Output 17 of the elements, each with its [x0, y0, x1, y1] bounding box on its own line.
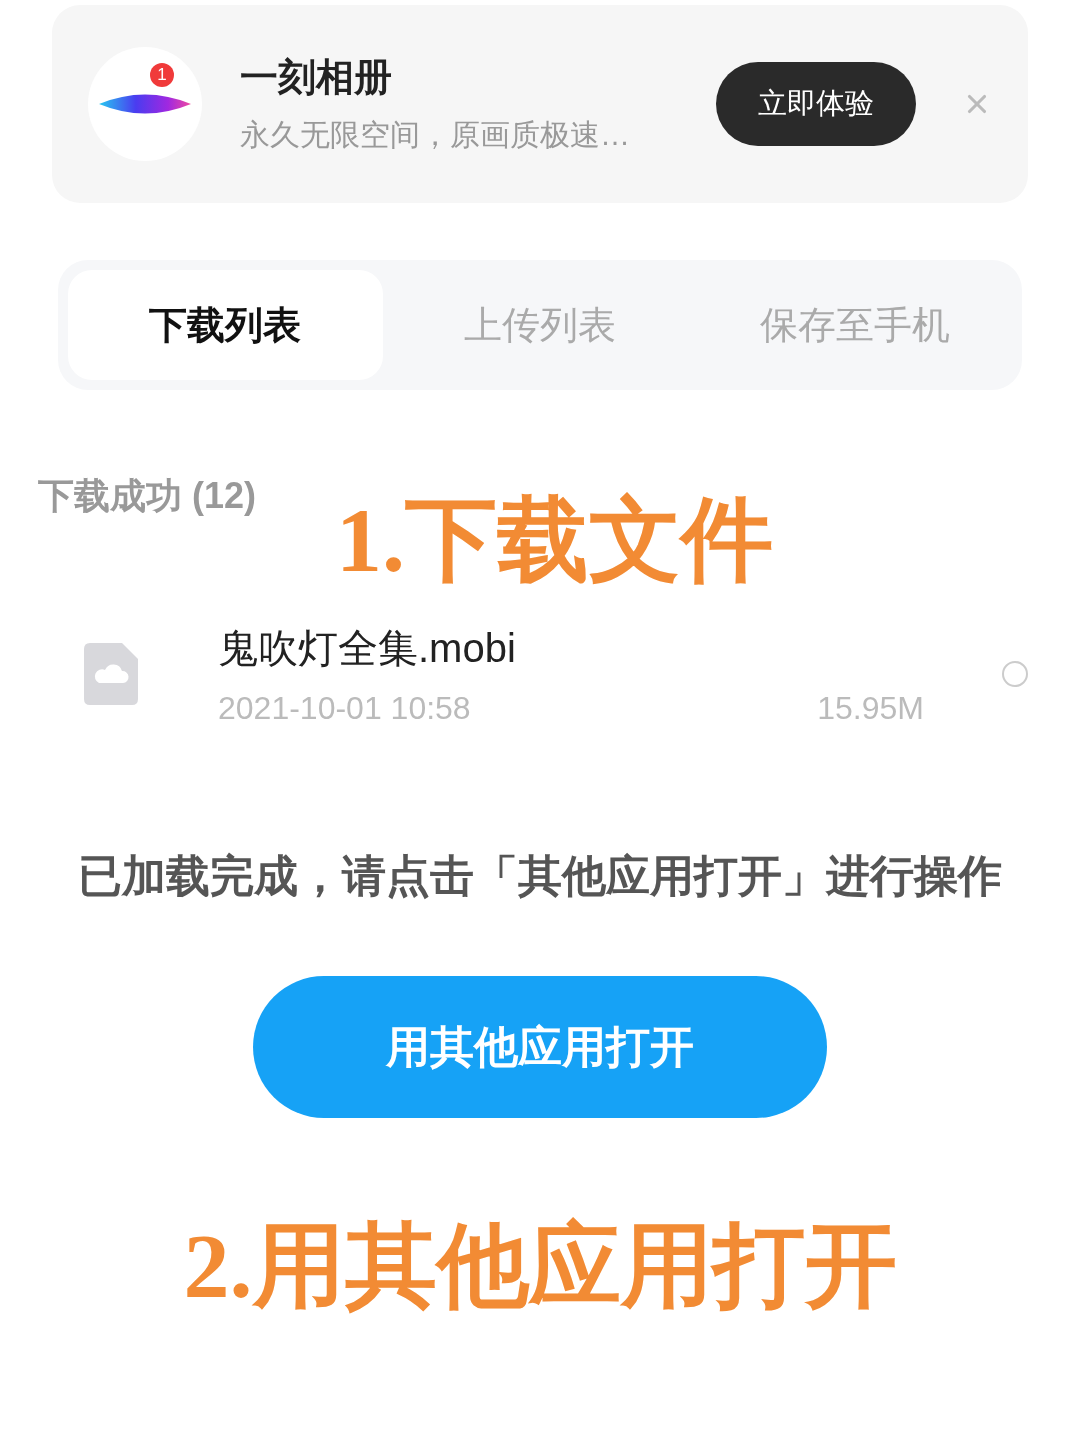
file-date: 2021-10-01 10:58 [218, 690, 471, 727]
app-name: 一刻相册 [240, 55, 393, 100]
tab[interactable]: 上传列表 [382, 270, 698, 380]
tab[interactable]: 保存至手机 [697, 270, 1012, 380]
status-message: 已加载完成，请点击「其他应用打开」进行操作 [78, 850, 1002, 902]
open-with-button[interactable]: 用其他应用打开 [253, 976, 827, 1118]
file-size: 15.95M [817, 690, 924, 727]
tab[interactable]: 下载列表 [68, 270, 383, 380]
app-description: 永久无限空间，原画质极速… [240, 117, 631, 153]
file-name: 鬼吹灯全集.mobi [218, 625, 517, 672]
try-now-button[interactable]: 立即体验 [716, 62, 916, 146]
annotation-text: 1.下载文件 [336, 488, 773, 593]
file-icon [84, 643, 138, 705]
select-radio[interactable] [1002, 661, 1028, 687]
notification-badge: 1 [150, 63, 174, 87]
section-title: 下载成功 (12) [38, 474, 257, 518]
annotation-text: 2.用其他应用打开 [183, 1214, 897, 1319]
